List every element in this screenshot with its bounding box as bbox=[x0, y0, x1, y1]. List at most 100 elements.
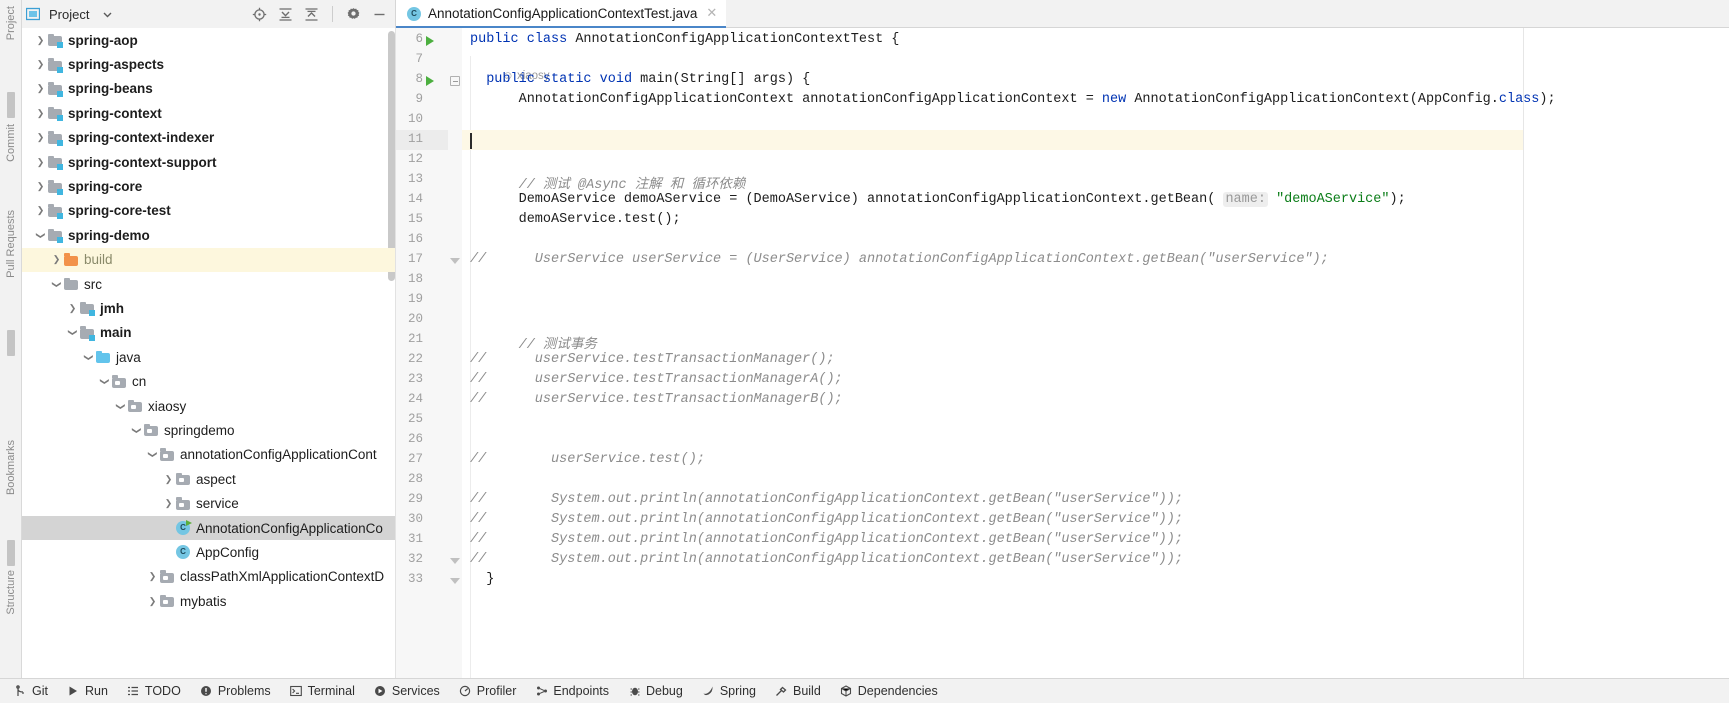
chevron-right-icon[interactable]: ❯ bbox=[34, 132, 47, 143]
chevron-right-icon[interactable]: ❯ bbox=[162, 498, 175, 509]
chevron-right-icon[interactable]: ❯ bbox=[34, 181, 47, 192]
tree-row[interactable]: ❯ spring-demo bbox=[22, 223, 395, 247]
expand-all-icon[interactable] bbox=[278, 7, 293, 22]
statusbar-item-git[interactable]: Git bbox=[14, 684, 48, 698]
chevron-right-icon[interactable]: ❯ bbox=[34, 157, 47, 168]
rail-label-pull-requests[interactable]: Pull Requests bbox=[5, 210, 17, 278]
chevron-right-icon[interactable]: ❯ bbox=[34, 205, 47, 216]
statusbar-item-label: Run bbox=[84, 684, 108, 698]
statusbar-item-services[interactable]: Services bbox=[374, 684, 440, 698]
rail-drag-handle[interactable] bbox=[7, 92, 15, 118]
package-icon bbox=[143, 422, 159, 438]
chevron-right-icon[interactable]: ❯ bbox=[146, 596, 159, 607]
settings-gear-icon[interactable] bbox=[346, 7, 361, 22]
rail-drag-handle-3[interactable] bbox=[7, 540, 15, 566]
editor-tab-annotationconfigapplicationcontexttest[interactable]: AnnotationConfigApplicationContextTest.j… bbox=[396, 0, 727, 28]
chevron-right-icon[interactable]: ❯ bbox=[66, 303, 79, 314]
tree-row-label: spring-core-test bbox=[68, 203, 171, 219]
chevron-down-icon[interactable]: ❯ bbox=[131, 424, 142, 437]
tree-row[interactable]: ❯ src bbox=[22, 272, 395, 296]
tree-row[interactable]: ❯ aspect bbox=[22, 467, 395, 491]
code-fold-toggle[interactable] bbox=[450, 76, 460, 86]
chevron-down-icon[interactable]: ❯ bbox=[35, 229, 46, 242]
chevron-right-icon[interactable]: ❯ bbox=[34, 35, 47, 46]
chevron-down-icon[interactable]: ❯ bbox=[67, 326, 78, 339]
editor-gutter[interactable]: 6 7 8 9 10 11 12 13 14 15 16 17 18 19 20 21 22 23 24 25 26 27… bbox=[396, 28, 448, 678]
run-gutter-icon[interactable] bbox=[426, 36, 434, 46]
statusbar-item-dependencies[interactable]: Dependencies bbox=[840, 684, 938, 698]
tree-row-label: spring-aop bbox=[68, 32, 138, 48]
chevron-down-icon[interactable]: ❯ bbox=[147, 448, 158, 461]
tree-row[interactable]: ❯ spring-context-support bbox=[22, 150, 395, 174]
chevron-right-icon[interactable]: ❯ bbox=[50, 254, 63, 265]
statusbar-item-run[interactable]: Run bbox=[67, 684, 108, 698]
statusbar-item-endpoints[interactable]: Endpoints bbox=[535, 684, 609, 698]
caret-line-highlight bbox=[462, 130, 1523, 150]
tree-row[interactable]: ❯ service bbox=[22, 491, 395, 515]
project-tree[interactable]: ❯ spring-aop ❯ spring-aspects ❯ spring-beans ❯… bbox=[0, 28, 395, 678]
tree-row[interactable]: ❯ spring-context-indexer bbox=[22, 126, 395, 150]
tree-row[interactable]: ❯ annotationConfigApplicationCont bbox=[22, 443, 395, 467]
tree-row[interactable]: ❯ main bbox=[22, 321, 395, 345]
tree-row[interactable]: AppConfig bbox=[22, 540, 395, 564]
chevron-down-icon[interactable]: ❯ bbox=[51, 278, 62, 291]
code-line: // System.out.println(annotationConfigAp… bbox=[470, 532, 1183, 547]
chevron-down-icon[interactable] bbox=[103, 10, 112, 19]
editor-code-area[interactable]: public class AnnotationConfigApplication… bbox=[462, 28, 1556, 678]
tree-row[interactable]: ❯ spring-core bbox=[22, 174, 395, 198]
line-number: 19 bbox=[407, 292, 423, 306]
line-number: 14 bbox=[407, 192, 423, 206]
hide-panel-icon[interactable] bbox=[372, 7, 387, 22]
chevron-down-icon[interactable]: ❯ bbox=[83, 351, 94, 364]
tree-row[interactable]: ❯ jmh bbox=[22, 296, 395, 320]
rail-label-bookmarks[interactable]: Bookmarks bbox=[5, 440, 17, 495]
tree-row[interactable]: ❯ java bbox=[22, 345, 395, 369]
tree-row[interactable]: AnnotationConfigApplicationCo bbox=[22, 515, 395, 541]
tree-row[interactable]: ❯ mybatis bbox=[22, 589, 395, 613]
tree-row[interactable]: ❯ spring-context bbox=[22, 101, 395, 125]
chevron-right-icon[interactable]: ❯ bbox=[162, 474, 175, 485]
statusbar-item-profiler[interactable]: Profiler bbox=[459, 684, 516, 698]
statusbar-item-build[interactable]: Build bbox=[775, 684, 821, 698]
tree-row[interactable]: ❯ cn bbox=[22, 369, 395, 393]
tree-row[interactable]: ❯ spring-beans bbox=[22, 77, 395, 101]
chevron-down-icon[interactable]: ❯ bbox=[115, 400, 126, 413]
chevron-down-icon[interactable]: ❯ bbox=[99, 375, 110, 388]
tree-row[interactable]: ❯ xiaosy bbox=[22, 394, 395, 418]
chevron-right-icon[interactable]: ❯ bbox=[34, 83, 47, 94]
close-icon[interactable]: ✕ bbox=[706, 5, 717, 21]
chevron-right-icon[interactable]: ❯ bbox=[34, 59, 47, 70]
statusbar-item-spring[interactable]: Spring bbox=[702, 684, 756, 698]
rail-label-structure[interactable]: Structure bbox=[5, 570, 17, 615]
project-panel-title-group[interactable]: Project bbox=[22, 7, 112, 22]
select-opened-file-icon[interactable] bbox=[252, 7, 267, 22]
module-icon bbox=[47, 130, 63, 146]
tree-row[interactable]: ❯ spring-core-test bbox=[22, 199, 395, 223]
tree-row[interactable]: ❯ classPathXmlApplicationContextD bbox=[22, 565, 395, 589]
code-fold-end-marker[interactable] bbox=[450, 578, 460, 584]
tree-row-label: src bbox=[84, 276, 102, 292]
statusbar-item-debug[interactable]: Debug bbox=[628, 684, 683, 698]
run-gutter-icon[interactable] bbox=[426, 76, 434, 86]
code-line: // userService.testTransactionManagerA()… bbox=[470, 372, 843, 387]
line-number: 31 bbox=[407, 532, 423, 546]
rail-label-project[interactable]: Project bbox=[5, 6, 17, 40]
code-fold-end-marker[interactable] bbox=[450, 558, 460, 564]
line-number: 20 bbox=[407, 312, 423, 326]
statusbar-item-todo[interactable]: TODO bbox=[127, 684, 181, 698]
rail-label-commit[interactable]: Commit bbox=[5, 124, 17, 162]
editor-fold-column[interactable] bbox=[448, 28, 462, 678]
statusbar-item-problems[interactable]: Problems bbox=[200, 684, 271, 698]
code-editor[interactable]: 6 7 8 9 10 11 12 13 14 15 16 17 18 19 20 21 22 23 24 25 26 27… bbox=[395, 28, 1729, 678]
tree-row-label: java bbox=[116, 349, 141, 365]
tree-row[interactable]: ❯ spring-aop bbox=[22, 28, 395, 52]
tree-row[interactable]: ❯ spring-aspects bbox=[22, 52, 395, 76]
tree-row[interactable]: ❯ build bbox=[22, 247, 395, 272]
tree-row[interactable]: ❯ springdemo bbox=[22, 418, 395, 442]
code-fold-end-marker[interactable] bbox=[450, 258, 460, 264]
statusbar-item-terminal[interactable]: Terminal bbox=[290, 684, 355, 698]
chevron-right-icon[interactable]: ❯ bbox=[34, 108, 47, 119]
chevron-right-icon[interactable]: ❯ bbox=[146, 571, 159, 582]
collapse-all-icon[interactable] bbox=[304, 7, 319, 22]
rail-drag-handle-2[interactable] bbox=[7, 330, 15, 356]
